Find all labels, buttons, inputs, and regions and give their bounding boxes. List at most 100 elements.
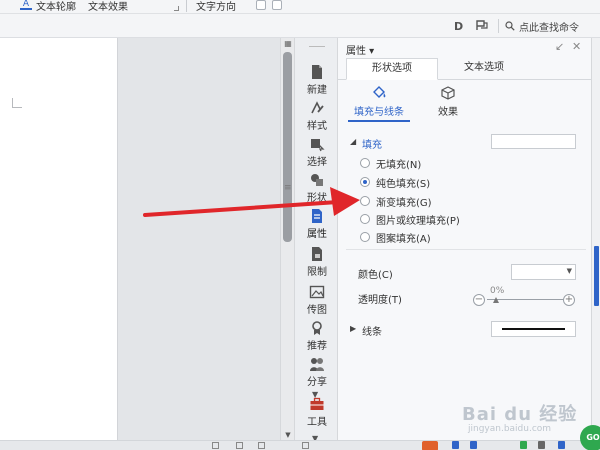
- radio-button[interactable]: [360, 196, 370, 206]
- rail-item-restrict[interactable]: 限制: [295, 246, 339, 280]
- watermark-logo-text: Bai du 经验: [462, 404, 578, 425]
- radio-label: 渐变填充(G): [376, 197, 432, 209]
- rail-item-recommend[interactable]: 推荐: [295, 320, 339, 354]
- text-direction-button[interactable]: 文字方向: [196, 0, 236, 13]
- text-outline-button[interactable]: 文本轮廓: [36, 0, 76, 13]
- slider-knob[interactable]: [493, 297, 499, 303]
- rail-item-upload-image[interactable]: 传图: [295, 284, 339, 318]
- fill-section-header[interactable]: ◢ 填充: [338, 134, 591, 154]
- color-dropdown[interactable]: ▼: [511, 264, 576, 280]
- line-style-preview[interactable]: [491, 321, 576, 337]
- section-divider: [346, 249, 586, 250]
- radio-button-checked[interactable]: [360, 177, 370, 187]
- rail-item-new[interactable]: 新建: [295, 64, 339, 98]
- ribbon-divider: [186, 0, 187, 12]
- select-icon: [311, 139, 325, 152]
- transparency-label: 透明度(T): [358, 295, 402, 306]
- baidu-jingyan-watermark: Bai du 经验 jingyan.baidu.com: [462, 400, 582, 440]
- expand-triangle-icon[interactable]: ▶: [350, 324, 356, 333]
- fill-option-none[interactable]: 无填充(N): [360, 155, 421, 171]
- view-mode-icon[interactable]: [236, 442, 243, 449]
- text-effects-button[interactable]: 文本效果: [88, 0, 128, 13]
- radio-button[interactable]: [360, 232, 370, 242]
- ribbon-bar: A 文本轮廓 文本效果 文字方向: [0, 0, 600, 14]
- app-logo-icon: [422, 441, 438, 450]
- color-label: 颜色(C): [358, 270, 393, 281]
- radio-button[interactable]: [360, 214, 370, 224]
- upload-image-icon: [309, 285, 325, 299]
- rail-label: 传图: [307, 305, 327, 316]
- rail-label: 选择: [307, 157, 327, 168]
- view-mode-icon[interactable]: [302, 442, 309, 449]
- ribbon-small-icon[interactable]: [272, 0, 282, 10]
- command-toolbar: D 点此查找命令: [0, 14, 600, 38]
- property-icon: [312, 209, 322, 223]
- property-panel: 属性 ▾ ↙ ✕ 形状选项 文本选项 填充与线条 效果 ◢ 填充 无填充(N) …: [338, 38, 591, 450]
- command-search[interactable]: 点此查找命令: [498, 19, 579, 34]
- chevron-down-icon: ▼: [566, 267, 572, 275]
- collapse-triangle-icon[interactable]: ◢: [350, 137, 356, 146]
- task-pane-rail: 新建 样式 选择 形状 属性 限制 传图 推荐 分享 ▼ 工具 ▼: [294, 38, 338, 450]
- document-canvas[interactable]: [0, 38, 280, 450]
- subtab-fill-and-line[interactable]: 填充与线条: [346, 86, 412, 122]
- line-section-header[interactable]: ▶ 线条: [338, 320, 591, 340]
- flag-icon[interactable]: [476, 20, 488, 34]
- scroll-grip-icon: ≡: [284, 183, 292, 193]
- rail-item-property[interactable]: 属性: [295, 208, 339, 242]
- tray-icon: [558, 441, 565, 449]
- tab-text-options[interactable]: 文本选项: [442, 58, 526, 80]
- view-mode-icon[interactable]: [212, 442, 219, 449]
- rail-label: 样式: [307, 121, 327, 132]
- radio-label: 图片或纹理填充(P): [376, 215, 460, 227]
- rail-item-select[interactable]: 选择: [295, 136, 339, 170]
- page-corner-mark: [12, 98, 22, 108]
- dialog-launcher-icon[interactable]: [174, 6, 179, 11]
- fill-preview-box[interactable]: [491, 134, 576, 149]
- minus-icon[interactable]: −: [473, 294, 485, 306]
- view-mode-icon[interactable]: [258, 442, 265, 449]
- plus-icon[interactable]: +: [563, 294, 575, 306]
- vertical-scrollbar[interactable]: ▦ ≡ ▼ ▲: [280, 38, 294, 450]
- panel-subtabs: 填充与线条 效果: [338, 80, 591, 122]
- radio-button[interactable]: [360, 158, 370, 168]
- active-subtab-underline: [348, 120, 410, 122]
- search-placeholder: 点此查找命令: [519, 22, 579, 34]
- scroll-down-icon[interactable]: ▼: [281, 431, 295, 439]
- recommend-icon: [312, 321, 322, 335]
- split-view-icon[interactable]: ▦: [282, 38, 294, 50]
- panel-title[interactable]: 属性 ▾: [346, 42, 374, 57]
- rail-item-style[interactable]: 样式: [295, 100, 339, 134]
- close-icon[interactable]: ✕: [572, 40, 581, 53]
- rail-item-toolbox[interactable]: 工具: [295, 396, 339, 430]
- fill-option-pattern[interactable]: 图案填充(A): [360, 229, 431, 245]
- go-badge[interactable]: GO: [580, 425, 600, 450]
- radio-label: 图案填充(A): [376, 233, 431, 245]
- scrollbar-thumb[interactable]: [283, 52, 292, 242]
- tray-icon: [538, 441, 545, 449]
- tab-shape-options[interactable]: 形状选项: [346, 58, 438, 80]
- style-icon: [311, 101, 324, 114]
- toolbox-icon: [310, 397, 324, 410]
- rail-grip: [309, 46, 325, 47]
- fill-option-gradient[interactable]: 渐变填充(G): [360, 193, 432, 209]
- d-icon[interactable]: D: [454, 20, 463, 33]
- status-bar: [0, 440, 600, 450]
- subtab-effects[interactable]: 效果: [430, 86, 466, 118]
- panel-tabs: 形状选项 文本选项: [338, 58, 591, 80]
- line-stroke-sample: [502, 328, 565, 330]
- radio-label: 无填充(N): [376, 159, 422, 171]
- fill-option-picture[interactable]: 图片或纹理填充(P): [360, 211, 460, 227]
- minimize-panel-icon[interactable]: ↙: [555, 40, 564, 53]
- watermark-url: jingyan.baidu.com: [468, 424, 552, 434]
- panel-collapse-handle[interactable]: [594, 246, 599, 306]
- tray-icon: [520, 441, 527, 449]
- text-outline-icon[interactable]: A: [20, 0, 32, 10]
- transparency-slider[interactable]: 0% − +: [473, 286, 576, 306]
- rail-item-shape[interactable]: 形状: [295, 172, 339, 206]
- rail-item-share[interactable]: 分享: [295, 356, 339, 390]
- fill-option-solid[interactable]: 纯色填充(S): [360, 174, 430, 190]
- document-page[interactable]: [0, 38, 118, 450]
- ribbon-small-icon[interactable]: [256, 0, 266, 10]
- rail-label: 工具: [307, 417, 327, 428]
- right-edge-strip: [591, 38, 600, 450]
